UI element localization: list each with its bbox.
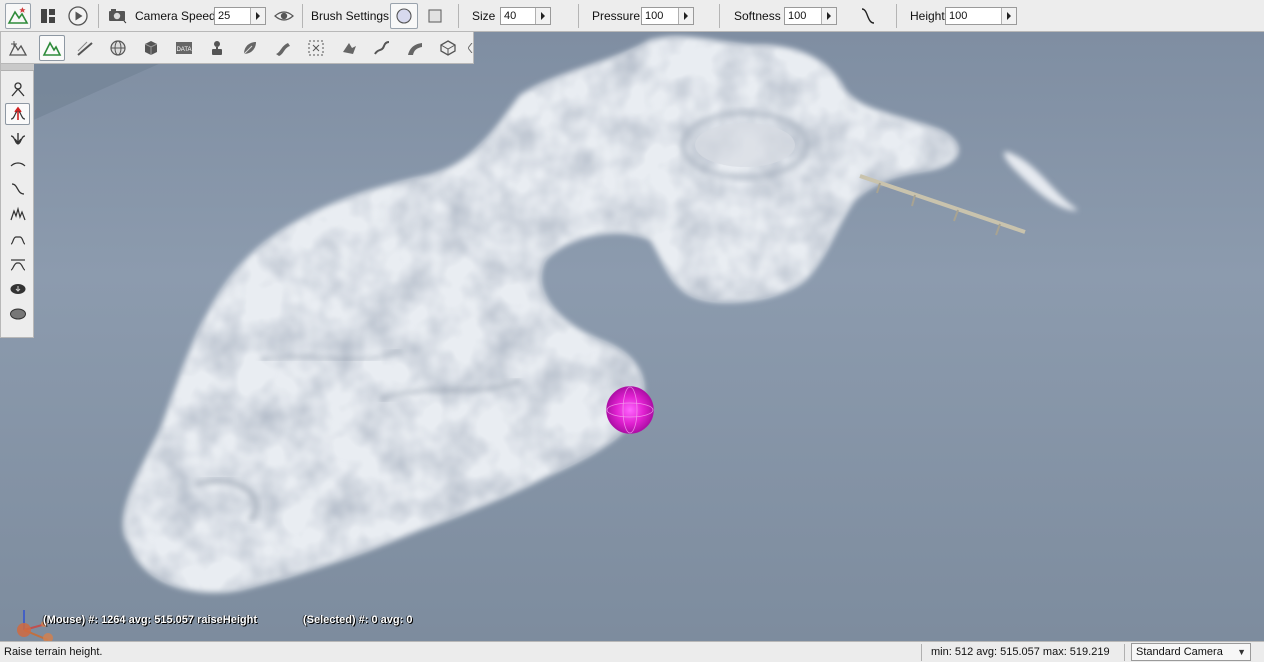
editor-tool-palette: DATA (0, 32, 474, 64)
set-height-icon[interactable] (5, 253, 30, 275)
path-icon[interactable] (369, 35, 395, 61)
camera-speed-arrow-icon[interactable] (250, 8, 265, 24)
palette-grip[interactable] (1, 64, 34, 71)
softness-field[interactable]: 100 (784, 7, 837, 25)
camera-speed-label: Camera Speed (135, 9, 216, 23)
smooth-height-icon[interactable] (5, 153, 30, 175)
softness-curve-icon[interactable] (854, 3, 882, 29)
chevron-down-icon: ▼ (1237, 647, 1246, 657)
data-icon-label: DATA (176, 47, 191, 53)
decal-select-icon[interactable] (303, 35, 329, 61)
brush-settings-label: Brush Settings (311, 9, 390, 23)
palette-collapse-icon[interactable] (467, 34, 473, 62)
main-toolbar: Camera Speed 25 Brush Settings Size 40 P… (0, 0, 1264, 32)
mesh-cube-icon[interactable] (138, 35, 164, 61)
set-empty-icon[interactable] (5, 278, 30, 300)
road-draw-icon[interactable] (72, 35, 98, 61)
height-field[interactable]: 100 (945, 7, 1017, 25)
terrain-editor-icon[interactable] (5, 3, 31, 29)
pressure-arrow-icon[interactable] (678, 8, 693, 24)
flatten-icon[interactable] (5, 228, 30, 250)
brush-cursor (606, 386, 654, 434)
height-arrow-icon[interactable] (1001, 8, 1016, 24)
terrain-paint-icon[interactable] (39, 35, 65, 61)
square-brush-button[interactable] (421, 3, 449, 29)
status-message: Raise terrain height. (4, 646, 103, 658)
camera-speed-field[interactable]: 25 (214, 7, 266, 25)
spawn-point-icon[interactable] (204, 35, 230, 61)
river-icon[interactable] (270, 35, 296, 61)
forest-leaf-icon[interactable] (237, 35, 263, 61)
size-arrow-icon[interactable] (535, 8, 550, 24)
pressure-field[interactable]: 100 (641, 7, 694, 25)
softness-arrow-icon[interactable] (821, 8, 836, 24)
circle-brush-button[interactable] (390, 3, 418, 29)
globe-icon[interactable] (105, 35, 131, 61)
camera-select[interactable]: Standard Camera ▼ (1131, 643, 1251, 661)
terrain-brush-palette (0, 64, 34, 338)
grab-terrain-icon[interactable] (5, 78, 30, 100)
height-stats: min: 512 avg: 515.057 max: 519.219 (931, 646, 1110, 658)
mesh-road-icon[interactable] (402, 35, 428, 61)
terrain-viewport[interactable] (0, 32, 1264, 641)
clear-empty-icon[interactable] (5, 303, 30, 325)
selected-stats: (Selected) #: 0 avg: 0 (303, 614, 413, 626)
raise-height-icon[interactable] (5, 103, 30, 125)
size-label: Size (472, 9, 496, 23)
height-value[interactable]: 100 (946, 8, 1001, 24)
paint-noise-icon[interactable] (5, 203, 30, 225)
pressure-label: Pressure (592, 9, 641, 23)
camera-speed-value[interactable]: 25 (215, 8, 250, 24)
navmesh-icon[interactable] (435, 35, 461, 61)
size-value[interactable]: 40 (501, 8, 535, 24)
shape-icon[interactable] (336, 35, 362, 61)
mouse-stats: (Mouse) #: 1264 avg: 515.057 raiseHeight (43, 614, 257, 626)
play-game-icon[interactable] (65, 3, 91, 29)
softness-label: Softness (734, 9, 781, 23)
slope-icon[interactable] (5, 178, 30, 200)
terrain-scene (0, 32, 1264, 641)
terrain-select-icon[interactable] (5, 35, 31, 61)
size-field[interactable]: 40 (500, 7, 551, 25)
camera-select-value: Standard Camera (1136, 646, 1223, 658)
status-bar: Raise terrain height. min: 512 avg: 515.… (0, 641, 1264, 662)
lower-height-icon[interactable] (5, 128, 30, 150)
softness-value[interactable]: 100 (785, 8, 821, 24)
pressure-value[interactable]: 100 (642, 8, 678, 24)
height-label: Height (910, 9, 945, 23)
layout-toggle-icon[interactable] (35, 3, 61, 29)
visibility-eye-icon[interactable] (271, 3, 297, 29)
camera-icon[interactable] (104, 3, 130, 29)
data-block-icon[interactable]: DATA (171, 35, 197, 61)
